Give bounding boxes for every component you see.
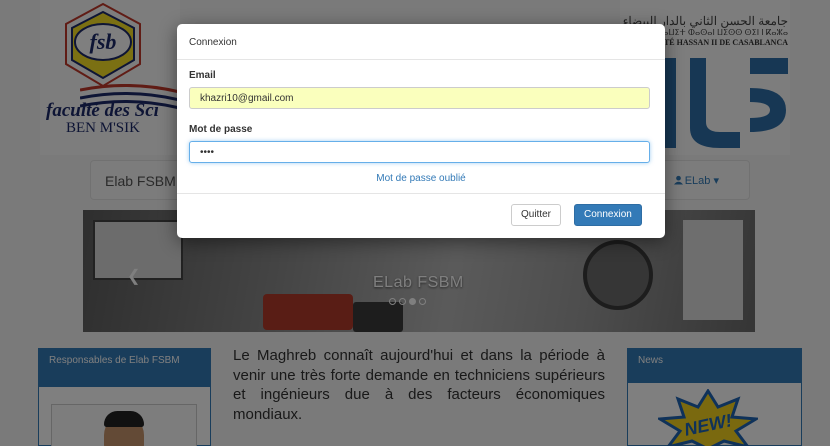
modal-title: Connexion xyxy=(177,24,665,60)
password-label: Mot de passe xyxy=(189,124,253,135)
email-label: Email xyxy=(189,70,216,81)
forgot-password-link[interactable]: Mot de passe oublié xyxy=(189,173,653,184)
password-field[interactable] xyxy=(189,141,650,163)
email-field[interactable] xyxy=(189,87,650,109)
login-button[interactable]: Connexion xyxy=(574,204,642,226)
modal-footer: Quitter Connexion xyxy=(177,194,665,238)
quit-button[interactable]: Quitter xyxy=(511,204,562,226)
modal-body: Email Mot de passe Mot de passe oublié xyxy=(177,60,665,194)
login-modal: Connexion Email Mot de passe Mot de pass… xyxy=(177,24,665,238)
